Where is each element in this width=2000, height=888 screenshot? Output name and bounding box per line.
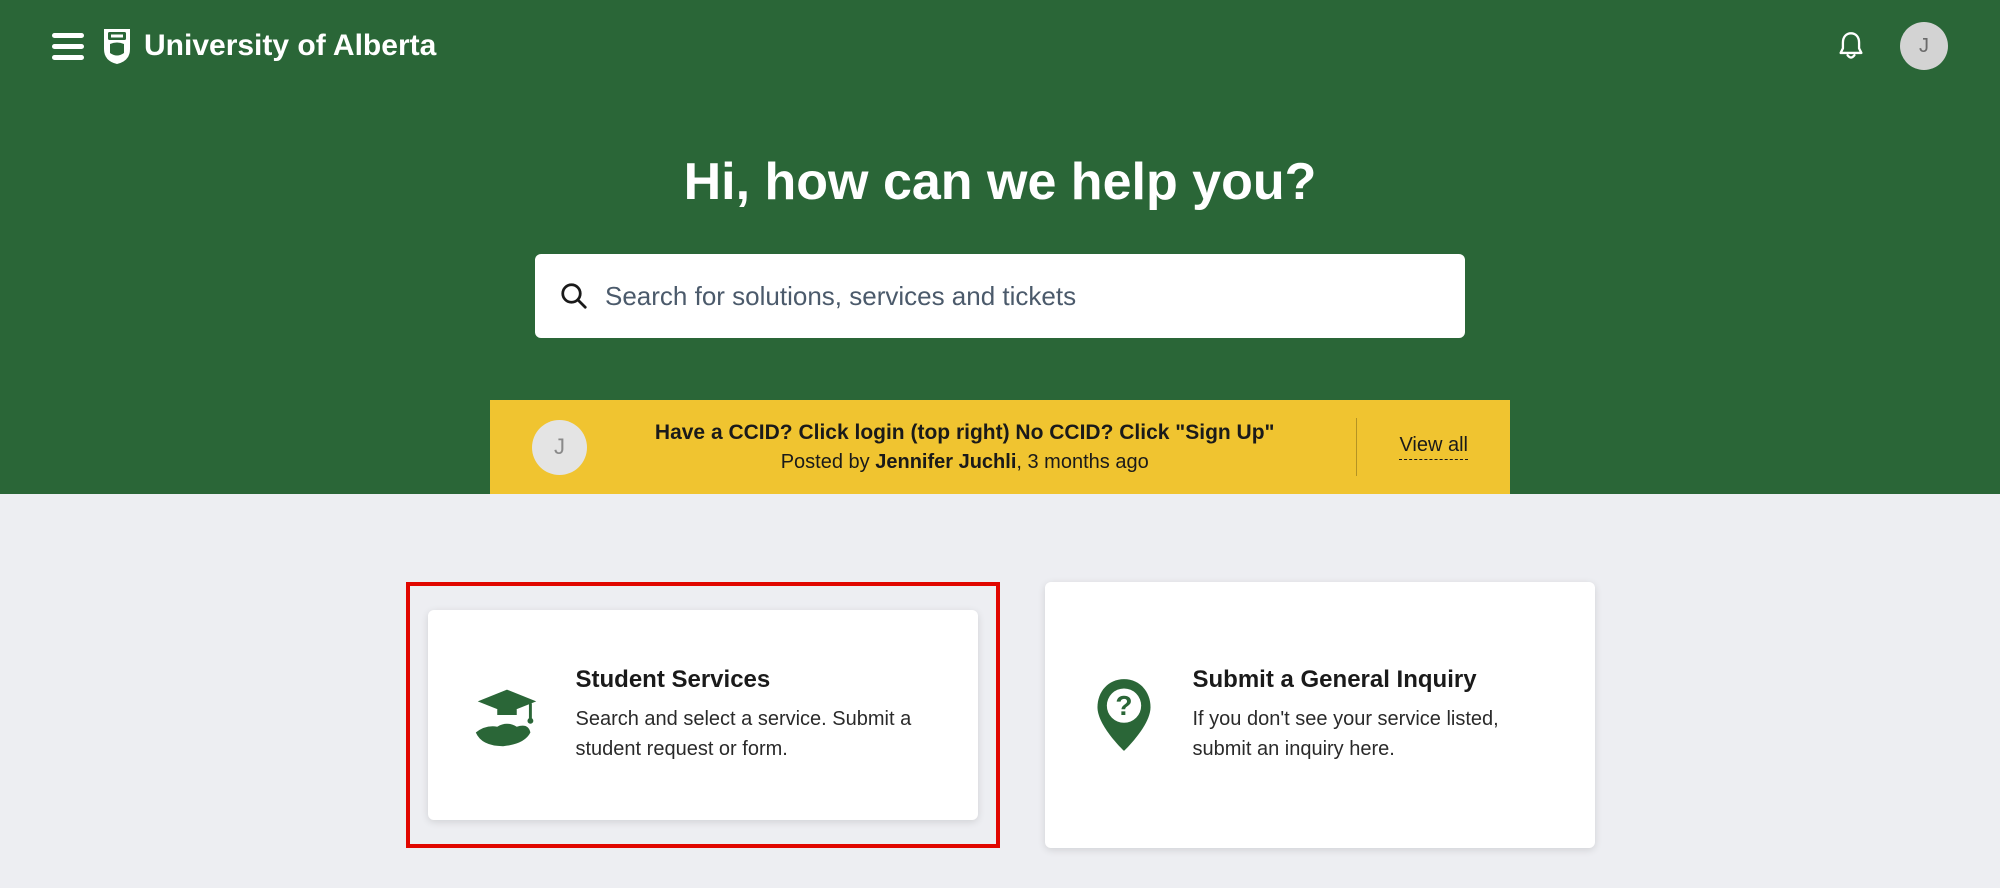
search-bar[interactable] bbox=[535, 254, 1465, 338]
card-description: If you don't see your service listed, su… bbox=[1193, 704, 1555, 764]
announcement-time: , 3 months ago bbox=[1016, 451, 1148, 473]
menu-icon[interactable] bbox=[52, 33, 84, 60]
announcement-content[interactable]: Have a CCID? Click login (top right) No … bbox=[615, 421, 1314, 474]
shield-icon bbox=[102, 27, 132, 65]
announcement-author: Jennifer Juchli bbox=[875, 451, 1016, 473]
divider bbox=[1356, 418, 1357, 476]
card-general-inquiry[interactable]: ? Submit a General Inquiry If you don't … bbox=[1045, 582, 1595, 848]
announcement-title: Have a CCID? Click login (top right) No … bbox=[615, 421, 1314, 445]
announcement-meta: Posted by Jennifer Juchli, 3 months ago bbox=[615, 451, 1314, 474]
graduation-hand-icon bbox=[468, 676, 546, 754]
card-body: Student Services Search and select a ser… bbox=[576, 666, 938, 764]
hero: Hi, how can we help you? J Have a CCID? … bbox=[0, 92, 2000, 494]
user-avatar[interactable]: J bbox=[1900, 22, 1948, 70]
card-body: Submit a General Inquiry If you don't se… bbox=[1193, 666, 1555, 764]
svg-text:?: ? bbox=[1115, 690, 1132, 721]
notifications-icon[interactable] bbox=[1837, 31, 1865, 61]
topbar-left: University of Alberta bbox=[52, 27, 436, 65]
avatar-initial: J bbox=[1919, 35, 1929, 58]
site-title: University of Alberta bbox=[144, 29, 436, 63]
header-area: University of Alberta J Hi, how can we h… bbox=[0, 0, 2000, 494]
card-student-services[interactable]: Student Services Search and select a ser… bbox=[428, 610, 978, 820]
highlight-annotation: Student Services Search and select a ser… bbox=[406, 582, 1000, 848]
logo[interactable]: University of Alberta bbox=[102, 27, 436, 65]
topbar-right: J bbox=[1837, 22, 1948, 70]
announcement-avatar-initial: J bbox=[554, 434, 565, 460]
announcement-author-avatar: J bbox=[532, 420, 587, 475]
search-input[interactable] bbox=[605, 281, 1441, 312]
question-pin-icon: ? bbox=[1085, 676, 1163, 754]
topbar: University of Alberta J bbox=[0, 0, 2000, 92]
hero-heading: Hi, how can we help you? bbox=[0, 152, 2000, 212]
card-title: Student Services bbox=[576, 666, 938, 694]
view-all-link[interactable]: View all bbox=[1399, 434, 1468, 460]
card-title: Submit a General Inquiry bbox=[1193, 666, 1555, 694]
announcement-posted-prefix: Posted by bbox=[781, 451, 876, 473]
service-cards-row: Student Services Search and select a ser… bbox=[0, 494, 2000, 888]
search-icon bbox=[559, 281, 589, 311]
announcement-bar: J Have a CCID? Click login (top right) N… bbox=[490, 400, 1510, 494]
card-description: Search and select a service. Submit a st… bbox=[576, 704, 938, 764]
